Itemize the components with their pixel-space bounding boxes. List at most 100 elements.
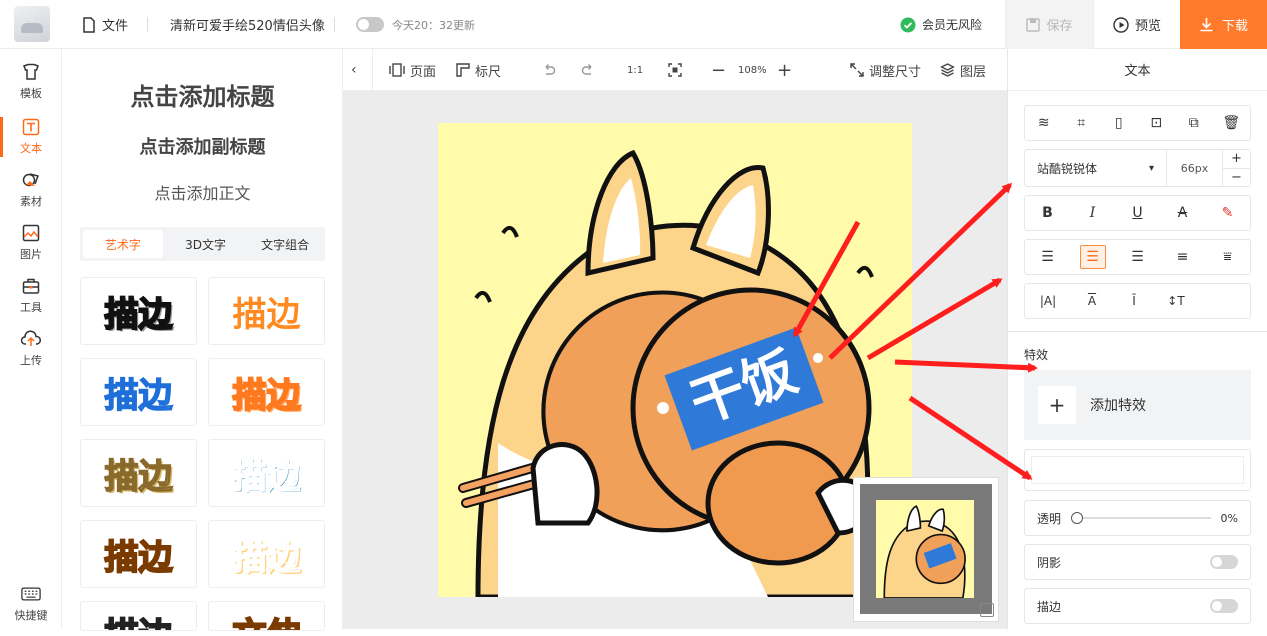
crop-icon: ⌗ [1077, 115, 1086, 131]
sidebar-item-image[interactable]: 图片 [0, 223, 62, 275]
file-menu[interactable]: 文件 [82, 0, 128, 49]
align-button[interactable]: ▯ [1100, 106, 1138, 140]
art-text-sample[interactable]: 描边 [80, 277, 197, 345]
text-icon [21, 117, 41, 137]
duplicate-button[interactable]: ⧉ [1175, 106, 1213, 140]
minimap-expand-icon[interactable] [980, 603, 994, 617]
align-center-button[interactable]: ☰ [1070, 240, 1115, 274]
add-subtitle-button[interactable]: 点击添加副标题 [62, 133, 343, 159]
minimap[interactable] [853, 477, 999, 622]
sample-text: 描边 [104, 537, 174, 579]
layer-order-button[interactable]: ≋ [1025, 106, 1063, 140]
app-logo[interactable] [14, 6, 50, 42]
shortcuts-button[interactable]: 快捷键 [0, 584, 62, 636]
layers-icon [940, 63, 955, 77]
layers-button[interactable]: 图层 [940, 49, 986, 91]
justify-button[interactable]: ≡ [1160, 240, 1205, 274]
align-right-button[interactable]: ☰ [1115, 240, 1160, 274]
slider-handle[interactable] [1071, 512, 1084, 524]
sidebar-item-template[interactable]: 模板 [0, 62, 62, 114]
zoom-level[interactable]: 108% [738, 49, 767, 91]
crop-button[interactable]: ⌗ [1063, 106, 1101, 140]
font-size-increase[interactable]: + [1223, 150, 1250, 169]
file-icon [83, 16, 95, 33]
preview-label: 预览 [1134, 19, 1161, 34]
page-label: 页面 [410, 64, 437, 80]
ruler-icon [456, 63, 470, 77]
font-size-input[interactable]: 66px [1167, 162, 1222, 175]
text-color-button[interactable]: ✎ [1205, 196, 1250, 230]
stroke-toggle[interactable] [1210, 599, 1238, 613]
sidebar-item-text[interactable]: 文本 [0, 117, 62, 169]
undo-button[interactable] [542, 49, 556, 91]
font-size-decrease[interactable]: − [1223, 169, 1250, 187]
zoom-in-button[interactable]: + [777, 49, 792, 91]
text-panel: 点击添加标题 点击添加副标题 点击添加正文 艺术字 3D文字 文字组合 描边 描… [62, 49, 343, 631]
fit-screen-icon [668, 63, 682, 77]
ratio-button[interactable]: 1:1 [627, 49, 643, 91]
vertical-text-button[interactable]: ⩸ [1205, 240, 1250, 274]
add-body-button[interactable]: 点击添加正文 [62, 180, 343, 204]
sample-text: 描边 [232, 375, 302, 417]
letter-spacing-button[interactable]: |A| [1025, 284, 1071, 318]
art-text-sample[interactable]: 描边 [208, 358, 325, 426]
strikethrough-button[interactable]: A [1160, 196, 1205, 230]
shadow-label: 阴影 [1037, 555, 1062, 570]
tab-art-text[interactable]: 艺术字 [83, 230, 163, 258]
membership-badge[interactable]: 会员无风险 [900, 0, 982, 49]
preview-button[interactable]: 预览 [1093, 0, 1180, 49]
fit-screen-button[interactable] [668, 49, 682, 91]
collapse-panel-button[interactable]: ‹ [351, 49, 365, 91]
tab-text-combo[interactable]: 文字组合 [245, 227, 325, 261]
add-effect-button[interactable]: + 添加特效 [1024, 370, 1251, 440]
tab-3d-text[interactable]: 3D文字 [166, 227, 246, 261]
paragraph-spacing-button[interactable]: ↕T [1155, 284, 1197, 318]
line-height-button[interactable]: Ī [1113, 284, 1155, 318]
lock-button[interactable]: ⊡ [1138, 106, 1176, 140]
sidebar-item-tools[interactable]: 工具 [0, 276, 62, 328]
add-title-button[interactable]: 点击添加标题 [62, 77, 343, 112]
sidebar-item-material[interactable]: 素材 [0, 170, 62, 222]
art-text-sample[interactable]: 描边 [208, 520, 325, 588]
font-select[interactable]: 站酷锐锐体 ▾ [1025, 150, 1167, 186]
file-label: 文件 [102, 19, 129, 34]
download-button[interactable]: 下载 [1180, 0, 1267, 49]
shadow-toggle[interactable] [1210, 555, 1238, 569]
text-style-tabs: 艺术字 3D文字 文字组合 [80, 227, 325, 261]
align-top-button[interactable]: A [1071, 284, 1113, 318]
delete-button[interactable]: 🗑 [1213, 106, 1251, 140]
art-text-sample[interactable]: 描边 [208, 277, 325, 345]
opacity-slider[interactable] [1071, 512, 1211, 524]
effect-preview-box [1024, 449, 1251, 491]
artboard[interactable]: 干饭 [438, 123, 912, 597]
ruler-button[interactable]: 标尺 [456, 49, 501, 91]
art-text-sample[interactable]: 描边 [80, 358, 197, 426]
effect-preview-slot[interactable] [1031, 456, 1244, 484]
align-left-button[interactable]: ☰ [1025, 240, 1070, 274]
align-icon: ▯ [1114, 115, 1123, 131]
document-title[interactable]: 清新可爱手绘520情侣头像 [170, 0, 325, 49]
page-button[interactable]: 页面 [389, 49, 436, 91]
art-text-sample[interactable]: 描边 [80, 439, 197, 507]
opacity-label: 透明 [1037, 511, 1062, 526]
sidebar-item-label: 模板 [20, 87, 42, 100]
sidebar-item-upload[interactable]: 上传 [0, 329, 62, 381]
check-circle-icon [900, 17, 916, 32]
sample-text: 描边 [104, 375, 174, 417]
art-text-sample[interactable]: 描边 [80, 520, 197, 588]
zoom-out-button[interactable]: − [711, 49, 726, 91]
art-text-sample[interactable]: 文伸 [208, 601, 325, 631]
autosave-toggle[interactable] [356, 17, 384, 32]
save-button[interactable]: 保存 [1005, 0, 1093, 49]
sidebar-item-label: 上传 [20, 354, 42, 367]
bold-button[interactable]: B [1025, 196, 1070, 230]
art-text-sample[interactable]: 描边 [80, 601, 197, 631]
underline-button[interactable]: U [1115, 196, 1160, 230]
art-text-sample[interactable]: 描边 [208, 439, 325, 507]
shadow-control: 阴影 [1024, 544, 1251, 580]
resize-button[interactable]: 调整尺寸 [850, 49, 921, 91]
canvas-toolbar: ‹ 页面 标尺 1:1 − 108% + 调整尺寸 图层 [343, 49, 1007, 91]
italic-button[interactable]: I [1070, 196, 1115, 230]
redo-button[interactable] [581, 49, 595, 91]
plus-icon: + [1038, 386, 1076, 424]
